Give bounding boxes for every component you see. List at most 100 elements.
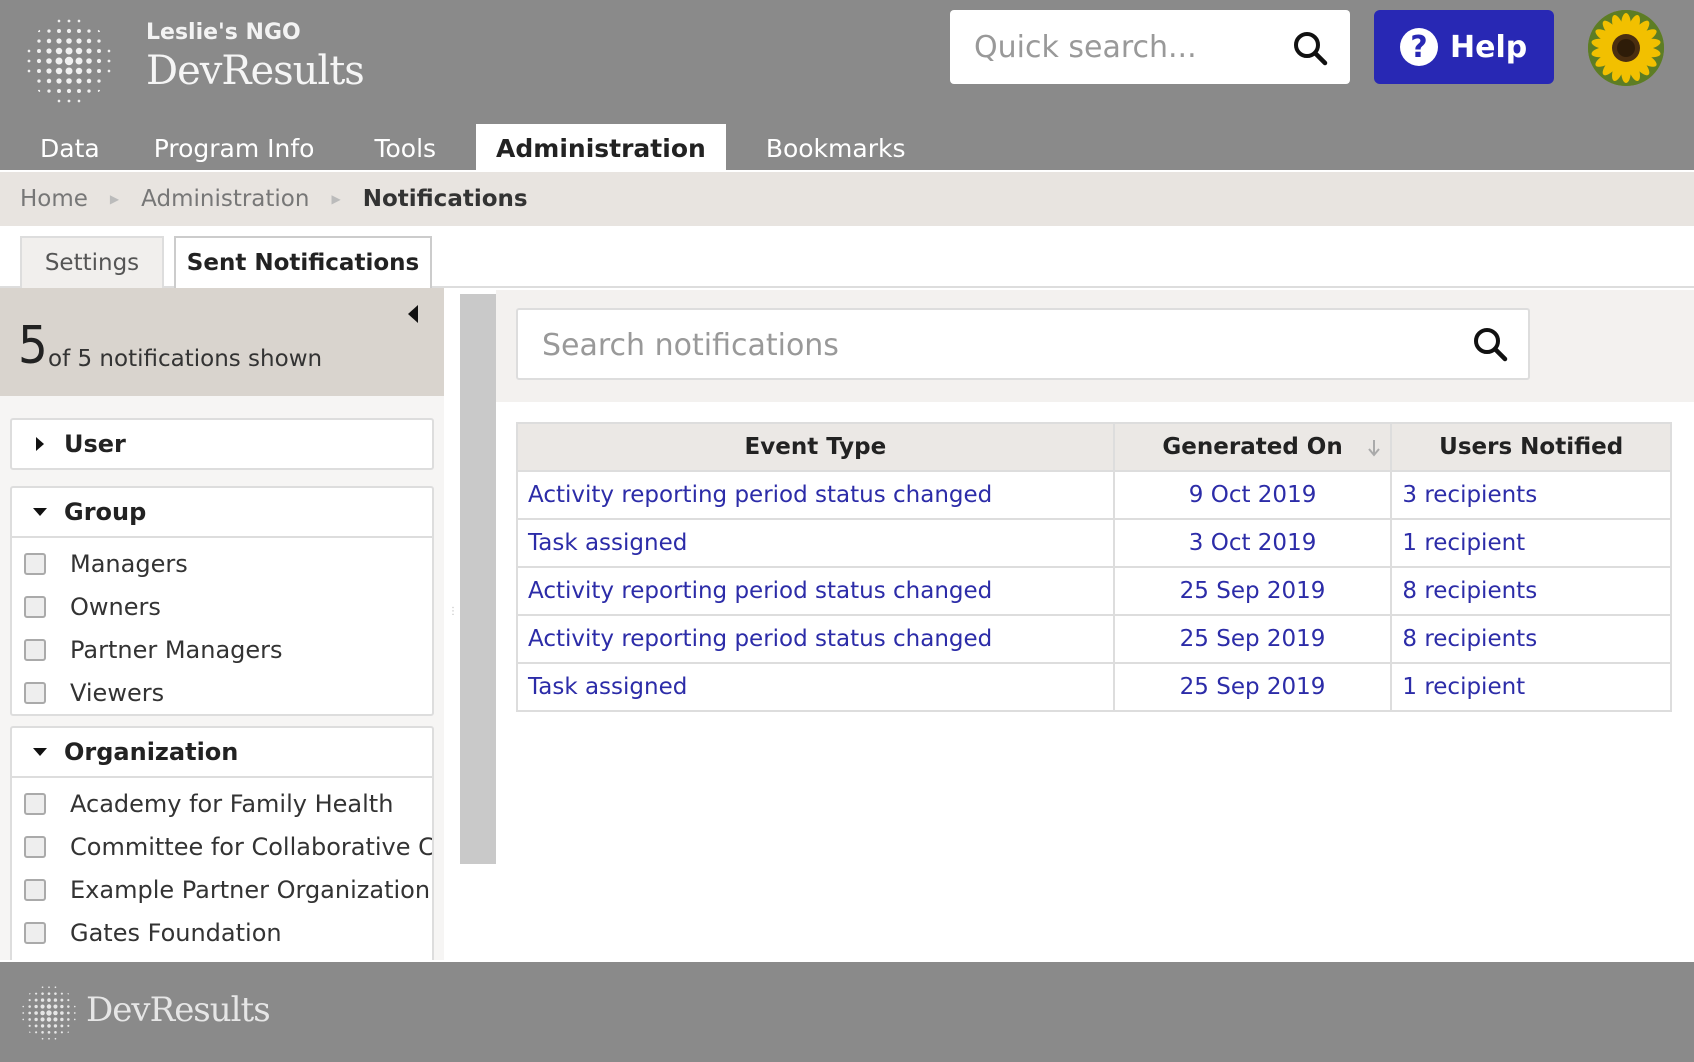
facet-group-header[interactable]: Group [12, 488, 432, 538]
search-icon[interactable] [1472, 326, 1508, 362]
sidebar-splitter[interactable] [460, 294, 496, 960]
devresults-globe-logo[interactable] [24, 16, 114, 106]
breadcrumb: Home ▶ Administration ▶ Notifications [0, 172, 1694, 226]
notification-tabs: Settings Sent Notifications [0, 226, 1694, 290]
quick-search-box [950, 10, 1350, 84]
nav-data[interactable]: Data [0, 124, 120, 172]
event-type-link[interactable]: Task assigned [516, 662, 1115, 712]
filter-option-viewers[interactable]: Viewers [12, 671, 432, 714]
users-notified-link[interactable]: 1 recipient [1390, 662, 1672, 712]
results-summary: 5 of 5 notifications shown [0, 288, 444, 396]
event-type-link[interactable]: Activity reporting period status changed [516, 566, 1115, 616]
search-bar-area [496, 290, 1694, 402]
facet-user-title: User [64, 430, 126, 458]
sidebar-scrollbar[interactable] [460, 294, 496, 864]
facet-organization-header[interactable]: Organization [12, 728, 432, 778]
event-type-link[interactable]: Task assigned [516, 518, 1115, 568]
filter-option-partner-managers[interactable]: Partner Managers [12, 628, 432, 671]
generated-on-link[interactable]: 25 Sep 2019 [1112, 662, 1393, 712]
filter-option-managers[interactable]: Managers [12, 542, 432, 585]
caret-down-icon [33, 748, 47, 756]
notification-search-input[interactable] [542, 324, 1442, 366]
nav-administration[interactable]: Administration [476, 124, 726, 172]
generated-on-link[interactable]: 25 Sep 2019 [1112, 566, 1393, 616]
users-notified-link[interactable]: 8 recipients [1390, 614, 1672, 664]
table-header-row: Event Type Generated On Users Notified [516, 422, 1672, 472]
user-avatar[interactable] [1588, 10, 1664, 86]
checkbox[interactable] [24, 595, 46, 618]
footer-brand-name: DevResults [86, 990, 271, 1030]
facet-organization: Organization Academy for Family Health C… [10, 726, 434, 960]
filter-option-example-partner-organization[interactable]: Example Partner Organization [12, 868, 432, 911]
search-icon[interactable] [1292, 30, 1328, 66]
generated-on-link[interactable]: 25 Sep 2019 [1112, 614, 1393, 664]
option-label: Gates Foundation [70, 918, 282, 947]
breadcrumb-home[interactable]: Home [20, 186, 88, 212]
filter-option-gates-foundation[interactable]: Gates Foundation [12, 911, 432, 954]
chevron-right-icon: ▶ [109, 192, 120, 206]
option-label: Academy for Family Health [70, 789, 394, 818]
users-notified-link[interactable]: 3 recipients [1390, 470, 1672, 520]
tab-sent-notifications[interactable]: Sent Notifications [174, 236, 432, 290]
notifications-table: Event Type Generated On Users Notified A… [516, 422, 1672, 712]
table-row[interactable]: Activity reporting period status changed… [516, 566, 1672, 616]
collapse-sidebar-icon[interactable] [406, 304, 420, 324]
facet-group-options: Managers Owners Partner Managers Viewers [12, 538, 432, 714]
checkbox[interactable] [24, 552, 46, 575]
option-label: Example Partner Organization [70, 875, 431, 904]
table-row[interactable]: Activity reporting period status changed… [516, 470, 1672, 520]
generated-on-link[interactable]: 9 Oct 2019 [1112, 470, 1393, 520]
facet-user-header[interactable]: User [12, 420, 432, 468]
table-row[interactable]: Task assigned 25 Sep 2019 1 recipient [516, 662, 1672, 712]
column-event-type[interactable]: Event Type [516, 422, 1115, 472]
option-label: Managers [70, 549, 188, 578]
quick-search-input[interactable] [974, 26, 1274, 68]
nav-program-info[interactable]: Program Info [120, 124, 345, 172]
option-label: Committee for Collaborative C... [70, 832, 432, 861]
event-type-link[interactable]: Activity reporting period status changed [516, 614, 1115, 664]
question-circle-icon: ? [1400, 28, 1438, 66]
column-generated-on[interactable]: Generated On [1112, 422, 1393, 472]
chevron-right-icon: ▶ [331, 192, 341, 206]
app-footer: DevResults [0, 962, 1694, 1062]
column-users-notified[interactable]: Users Notified [1390, 422, 1672, 472]
event-type-link[interactable]: Activity reporting period status changed [516, 470, 1115, 520]
generated-on-link[interactable]: 3 Oct 2019 [1112, 518, 1393, 568]
devresults-globe-logo [22, 986, 76, 1040]
facet-organization-options: Academy for Family Health Committee for … [12, 778, 432, 954]
filter-option-owners[interactable]: Owners [12, 585, 432, 628]
resize-grip-icon[interactable]: ⋮⋮ [448, 606, 468, 620]
filter-option-academy-for-family-health[interactable]: Academy for Family Health [12, 782, 432, 825]
facet-organization-title: Organization [64, 738, 239, 766]
checkbox[interactable] [24, 792, 46, 815]
checkbox[interactable] [24, 638, 46, 661]
filter-option-committee-for-collaborative[interactable]: Committee for Collaborative C... [12, 825, 432, 868]
main-content: Event Type Generated On Users Notified A… [496, 290, 1694, 960]
option-label: Viewers [70, 678, 165, 707]
organization-name: Leslie's NGO [146, 20, 301, 45]
facet-group: Group Managers Owners Partner Managers V… [10, 486, 434, 716]
column-generated-on-label: Generated On [1162, 434, 1343, 460]
breadcrumb-current: Notifications [362, 186, 528, 212]
checkbox[interactable] [24, 835, 46, 858]
checkbox[interactable] [24, 921, 46, 944]
result-count-label: of 5 notifications shown [48, 346, 323, 372]
checkbox[interactable] [24, 681, 46, 704]
facet-group-title: Group [64, 498, 147, 526]
option-label: Owners [70, 592, 161, 621]
table-row[interactable]: Task assigned 3 Oct 2019 1 recipient [516, 518, 1672, 568]
result-count: 5 [18, 316, 48, 376]
users-notified-link[interactable]: 8 recipients [1390, 566, 1672, 616]
help-label: Help [1450, 29, 1528, 65]
tab-settings[interactable]: Settings [20, 236, 164, 288]
nav-bookmarks[interactable]: Bookmarks [726, 124, 926, 172]
nav-tools[interactable]: Tools [344, 124, 456, 172]
breadcrumb-administration[interactable]: Administration [141, 186, 309, 212]
sort-descending-icon[interactable] [1366, 438, 1382, 458]
help-button[interactable]: ? Help [1374, 10, 1554, 84]
checkbox[interactable] [24, 878, 46, 901]
app-header: Leslie's NGO DevResults ? Help Data Prog… [0, 0, 1694, 172]
users-notified-link[interactable]: 1 recipient [1390, 518, 1672, 568]
table-row[interactable]: Activity reporting period status changed… [516, 614, 1672, 664]
brand-name[interactable]: DevResults [146, 48, 365, 94]
